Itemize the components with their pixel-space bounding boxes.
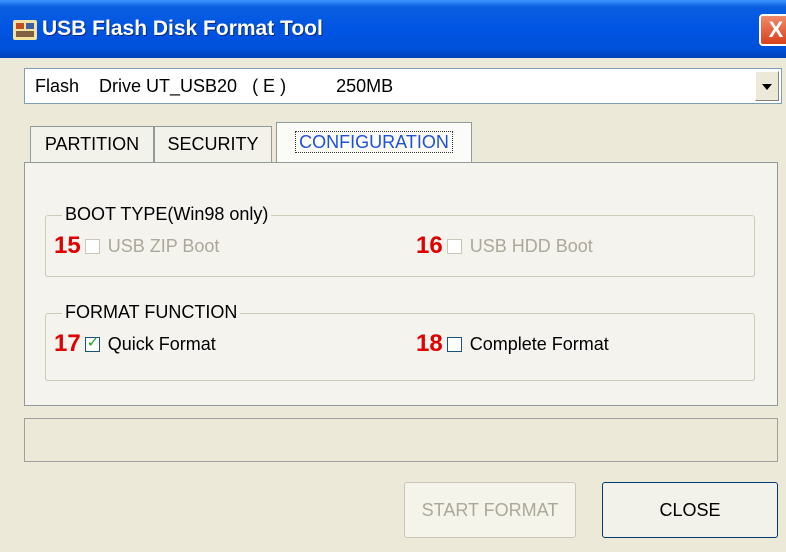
usb-zip-boot-label: USB ZIP Boot: [107, 235, 220, 256]
chevron-down-icon: [762, 84, 772, 90]
annotation-number: 17: [54, 330, 81, 357]
usb-zip-boot-checkbox[interactable]: [84, 238, 100, 254]
quick-format-checkbox[interactable]: ✓: [84, 333, 100, 352]
title-bar[interactable]: USB Flash Disk Format Tool X: [0, 0, 786, 58]
usb-hdd-boot-label: USB HDD Boot: [469, 235, 593, 256]
tab-partition[interactable]: PARTITION: [30, 126, 154, 162]
usb-hdd-boot-checkbox[interactable]: [446, 238, 462, 254]
close-icon[interactable]: X: [759, 14, 786, 46]
quick-format-label: Quick Format: [107, 333, 216, 354]
usb-hdd-boot-option[interactable]: 16 USB HDD Boot: [416, 232, 593, 260]
format-function-label: FORMAT FUNCTION: [62, 302, 241, 323]
window-title: USB Flash Disk Format Tool: [42, 17, 323, 40]
tab-security[interactable]: SECURITY: [154, 126, 272, 162]
close-button[interactable]: CLOSE: [602, 482, 778, 538]
annotation-number: 16: [416, 232, 443, 259]
annotation-number: 15: [54, 232, 81, 259]
tab-configuration-label: CONFIGURATION: [295, 131, 453, 153]
drive-select-value: Flash Drive UT_USB20 ( E ) 250MB: [35, 76, 394, 96]
boot-type-label: BOOT TYPE(Win98 only): [62, 204, 272, 225]
tab-configuration[interactable]: CONFIGURATION: [276, 122, 472, 162]
boot-type-group: BOOT TYPE(Win98 only) 15 USB ZIP Boot 16…: [45, 204, 755, 277]
format-function-group: FORMAT FUNCTION 17 ✓ Quick Format 18 Com…: [45, 302, 755, 381]
start-format-button[interactable]: START FORMAT: [404, 482, 576, 538]
usb-tool-icon: [13, 20, 37, 40]
checkmark-icon: ✓: [86, 333, 100, 351]
drive-select[interactable]: Flash Drive UT_USB20 ( E ) 250MB: [24, 68, 782, 104]
format-tool-window: USB Flash Disk Format Tool X Flash Drive…: [0, 0, 786, 552]
complete-format-label: Complete Format: [469, 333, 609, 354]
usb-zip-boot-option[interactable]: 15 USB ZIP Boot: [54, 232, 219, 260]
complete-format-checkbox[interactable]: [446, 336, 462, 352]
configuration-panel: BOOT TYPE(Win98 only) 15 USB ZIP Boot 16…: [24, 162, 778, 406]
drive-select-dropdown-button[interactable]: [755, 71, 779, 101]
complete-format-option[interactable]: 18 Complete Format: [416, 330, 609, 358]
status-bar: [24, 418, 778, 462]
annotation-number: 18: [416, 330, 443, 357]
quick-format-option[interactable]: 17 ✓ Quick Format: [54, 330, 216, 358]
